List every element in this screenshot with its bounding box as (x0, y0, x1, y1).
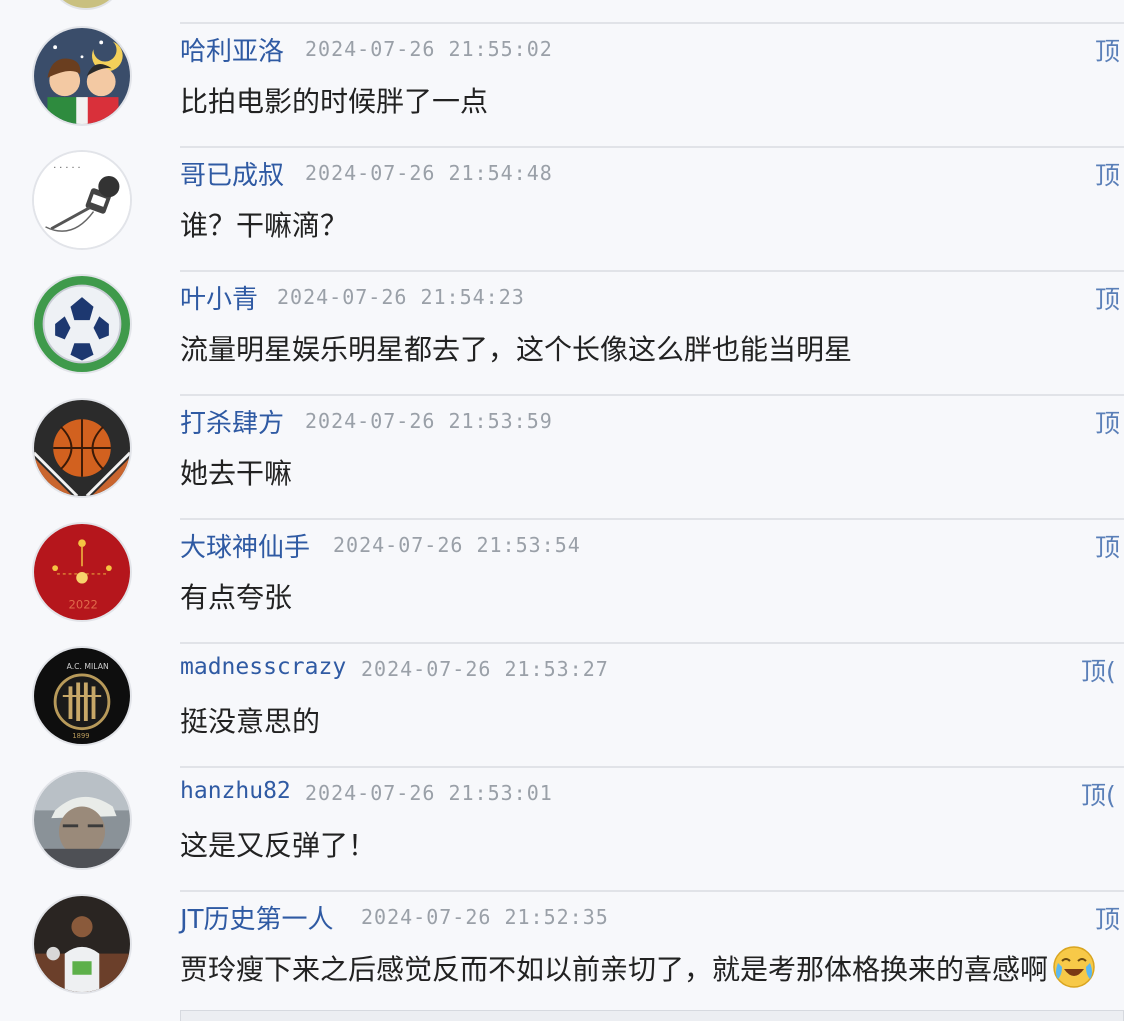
comment-item: 2022 大球神仙手 2024-07-26 21:53:54 有点夸张 顶 (0, 518, 1124, 642)
crying-laughing-emoji-icon (1052, 945, 1096, 989)
comment-item: 哈利亚洛 2024-07-26 21:55:02 比拍电影的时候胖了一点 顶 (0, 22, 1124, 146)
man-with-cap-avatar[interactable] (32, 770, 132, 870)
comment-timestamp: 2024-07-26 21:53:01 (305, 781, 553, 805)
comment-username[interactable]: hanzhu82 (180, 778, 291, 804)
svg-text:A.C. MILAN: A.C. MILAN (67, 662, 109, 671)
microphone-avatar[interactable]: · · · · · (32, 150, 132, 250)
comment-divider (180, 642, 1124, 644)
previous-comment-avatar (52, 0, 120, 10)
upvote-button[interactable]: 顶 (1095, 32, 1120, 68)
comment-item: · · · · · 哥已成叔 2024-07-26 21:54:48 谁？干嘛滴… (0, 146, 1124, 270)
comment-text: 有点夸张 (180, 581, 293, 614)
svg-text:· · · · ·: · · · · · (53, 163, 80, 174)
comment-timestamp: 2024-07-26 21:54:48 (305, 161, 553, 185)
upvote-button[interactable]: 顶 (1095, 280, 1120, 316)
comment-username[interactable]: 叶小青 (180, 279, 258, 316)
comment-text: 挺没意思的 (180, 705, 321, 738)
comment-text: 她去干嘛 (180, 457, 293, 490)
svg-text:2022: 2022 (69, 597, 98, 611)
comment-text: 谁？干嘛滴？ (180, 209, 349, 242)
comment-divider (180, 22, 1124, 24)
comment-item: JT历史第一人 2024-07-26 21:52:35 贾玲瘦下来之后感觉反而不… (0, 890, 1124, 1014)
upvote-button[interactable]: 顶( (1081, 776, 1116, 812)
comment-timestamp: 2024-07-26 21:53:59 (305, 409, 553, 433)
comment-timestamp: 2024-07-26 21:55:02 (305, 37, 553, 61)
comment-divider (180, 890, 1124, 892)
upvote-button[interactable]: 顶 (1095, 404, 1120, 440)
comment-item: hanzhu82 2024-07-26 21:53:01 这是又反弹了！ 顶( (0, 766, 1124, 890)
comment-timestamp: 2024-07-26 21:53:27 (361, 657, 609, 681)
basketball-player-avatar[interactable] (32, 894, 132, 994)
comment-username[interactable]: 打杀肆方 (180, 403, 284, 440)
basketball-avatar[interactable] (32, 398, 132, 498)
upvote-button[interactable]: 顶 (1095, 528, 1120, 564)
comment-item: 打杀肆方 2024-07-26 21:53:59 她去干嘛 顶 (0, 394, 1124, 518)
comment-divider (180, 766, 1124, 768)
upvote-button[interactable]: 顶( (1081, 652, 1116, 688)
comment-text-body: 贾玲瘦下来之后感觉反而不如以前亲切了，就是考那体格换来的喜感啊 (180, 953, 1049, 986)
comment-divider (180, 270, 1124, 272)
ac-milan-logo-avatar[interactable]: A.C. MILAN 1899 (32, 646, 132, 746)
comment-text: 这是又反弹了！ (180, 829, 377, 862)
comment-timestamp: 2024-07-26 21:52:35 (361, 905, 609, 929)
comment-username[interactable]: madnesscrazy (180, 654, 346, 680)
comment-text: 流量明星娱乐明星都去了，这个长像这么胖也能当明星 (180, 333, 853, 366)
comment-divider (180, 146, 1124, 148)
upvote-button[interactable]: 顶 (1095, 900, 1120, 936)
comment-text: 比拍电影的时候胖了一点 (180, 85, 489, 118)
comment-timestamp: 2024-07-26 21:54:23 (277, 285, 525, 309)
red-new-year-avatar[interactable]: 2022 (32, 522, 132, 622)
comment-timestamp: 2024-07-26 21:53:54 (333, 533, 581, 557)
comment-item: 叶小青 2024-07-26 21:54:23 流量明星娱乐明星都去了，这个长像… (0, 270, 1124, 394)
upvote-button[interactable]: 顶 (1095, 156, 1120, 192)
comment-username[interactable]: 大球神仙手 (180, 527, 310, 564)
reply-box[interactable] (180, 1010, 1124, 1021)
comment-text: 贾玲瘦下来之后感觉反而不如以前亲切了，就是考那体格换来的喜感啊 (180, 945, 1096, 989)
comment-username[interactable]: JT历史第一人 (180, 899, 334, 936)
comment-username[interactable]: 哥已成叔 (180, 155, 284, 192)
comment-username[interactable]: 哈利亚洛 (180, 31, 284, 68)
comment-divider (180, 394, 1124, 396)
svg-text:1899: 1899 (72, 732, 89, 740)
soccer-ball-avatar[interactable] (32, 274, 132, 374)
cartoon-couple-avatar[interactable] (32, 26, 132, 126)
comment-item: A.C. MILAN 1899 madnesscrazy 2024-07-26 … (0, 642, 1124, 766)
comment-divider (180, 518, 1124, 520)
